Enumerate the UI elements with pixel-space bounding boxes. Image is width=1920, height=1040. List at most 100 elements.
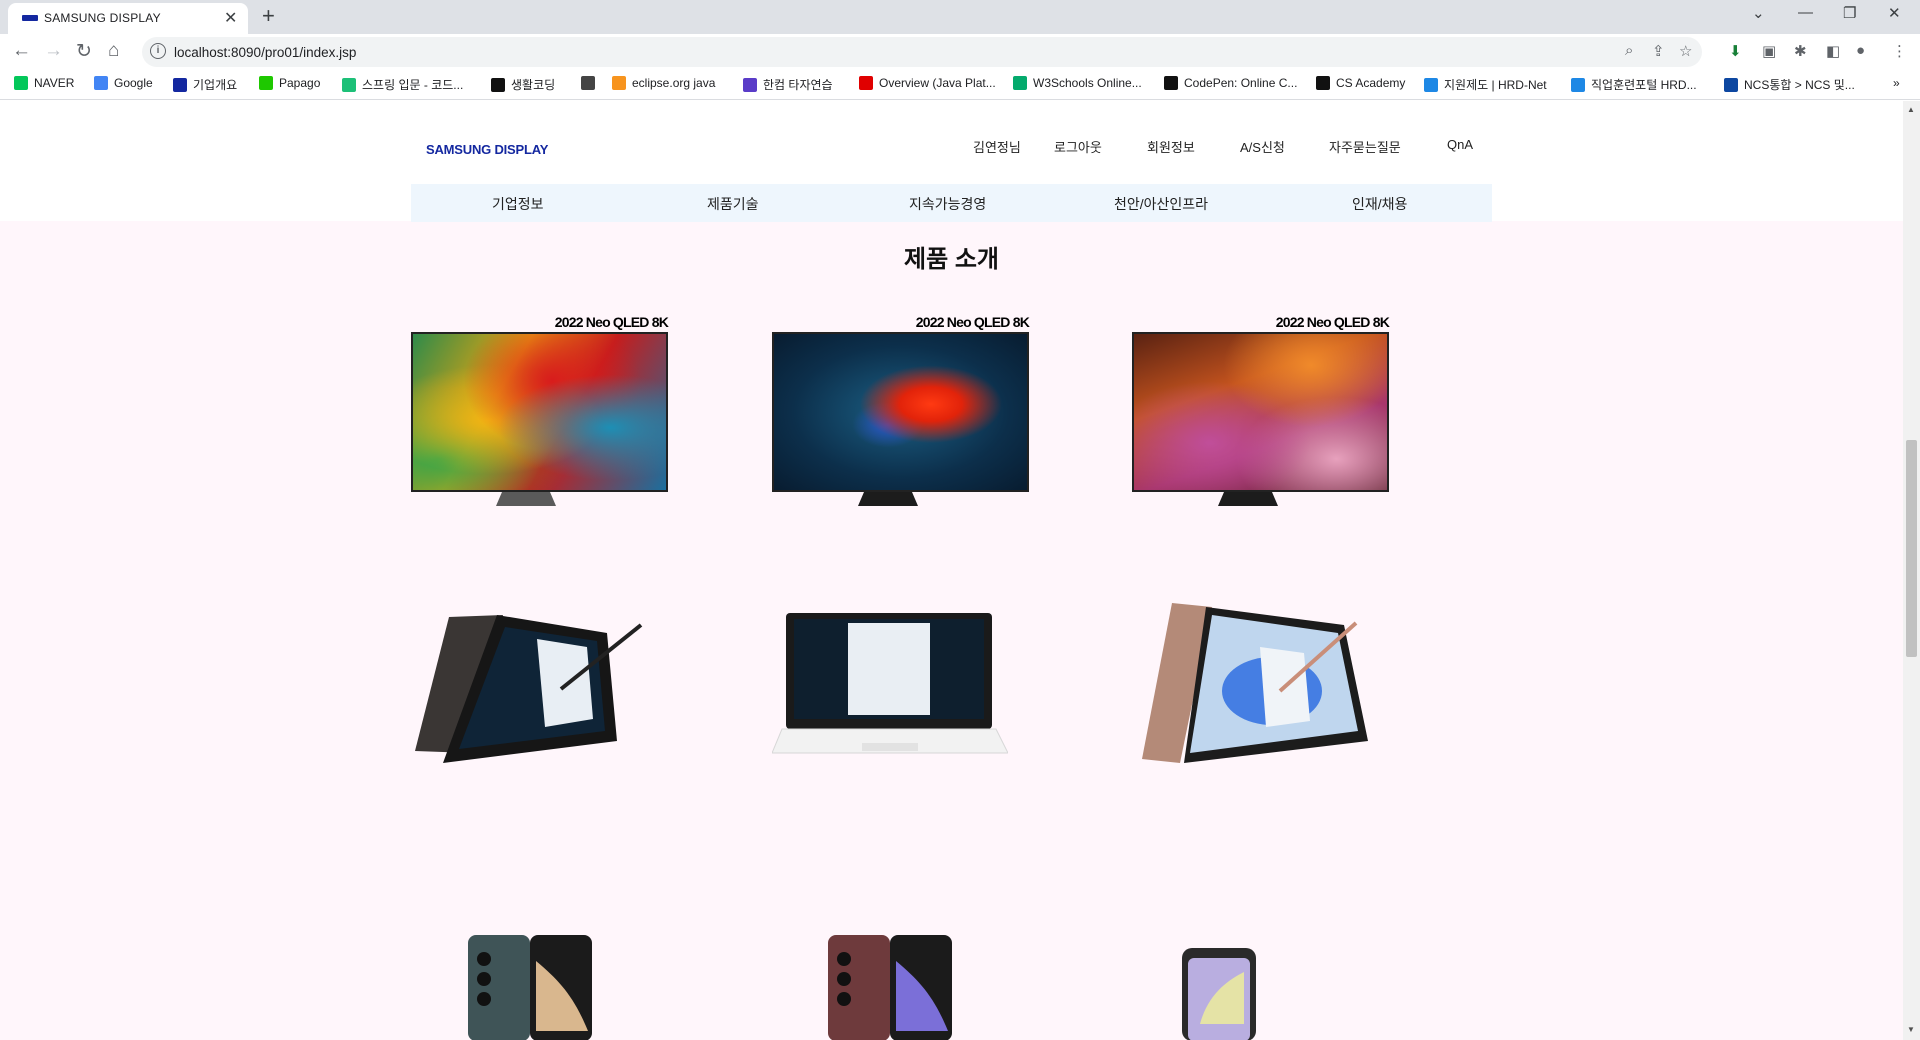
- as-request-link[interactable]: A/S신청: [1240, 137, 1285, 156]
- bookmark-label: NAVER: [34, 76, 75, 90]
- nav-sustainability[interactable]: 지속가능경영: [909, 194, 986, 214]
- product-label: 2022 Neo QLED 8K: [554, 314, 669, 330]
- samsung-favicon-icon: [22, 15, 38, 21]
- product-card-tv-1[interactable]: 2022 Neo QLED 8K: [411, 314, 669, 508]
- galaxy-book-flip-graphite-image: [415, 615, 643, 763]
- tab-strip: SAMSUNG DISPLAY ✕ + ⌄ — ❐ ✕: [0, 0, 1920, 34]
- galaxy-z-flip-purple-image: [1182, 948, 1256, 1040]
- scroll-up-icon[interactable]: ▲: [1907, 105, 1915, 114]
- bookmark-item[interactable]: CodePen: Online C...: [1164, 76, 1297, 94]
- globe-icon: [581, 76, 595, 90]
- profile-avatar-icon[interactable]: ●: [1856, 42, 1865, 59]
- bookmark-item[interactable]: Overview (Java Plat...: [859, 76, 996, 94]
- bookmark-item[interactable]: W3Schools Online...: [1013, 76, 1142, 94]
- bookmark-item[interactable]: 한컴 타자연습: [743, 76, 833, 94]
- nav-cheonan-asan[interactable]: 천안/아산인프라: [1114, 194, 1208, 214]
- bookmark-item[interactable]: 기업개요: [173, 76, 237, 94]
- bookmark-label: eclipse.org java: [632, 76, 716, 90]
- scroll-down-icon[interactable]: ▼: [1907, 1025, 1915, 1034]
- product-label: 2022 Neo QLED 8K: [1275, 314, 1390, 330]
- bookmark-item[interactable]: Papago: [259, 76, 320, 94]
- bookmark-label: 지원제도 | HRD-Net: [1444, 78, 1547, 92]
- tv-parrot-feathers-image: [411, 332, 668, 492]
- site-header: SAMSUNG DISPLAY 김연정님 로그아웃 회원정보 A/S신청 자주묻…: [0, 101, 1903, 222]
- page-scrollbar[interactable]: ▲ ▼: [1903, 101, 1920, 1040]
- bookmarks-overflow-icon[interactable]: »: [1893, 76, 1900, 94]
- browser-tab[interactable]: SAMSUNG DISPLAY ✕: [8, 3, 248, 34]
- bookmark-star-icon[interactable]: ☆: [1679, 42, 1692, 60]
- bookmark-label: 기업개요: [193, 78, 238, 92]
- scrollbar-thumb[interactable]: [1906, 440, 1917, 657]
- opentutorials-icon: [491, 78, 505, 92]
- address-bar[interactable]: i localhost:8090/pro01/index.jsp ⌕ ⇪ ☆: [142, 37, 1702, 67]
- bookmark-item[interactable]: 직업훈련포털 HRD...: [1571, 76, 1697, 94]
- share-icon[interactable]: ⇪: [1652, 42, 1665, 60]
- tv-stand: [858, 492, 918, 506]
- close-window-icon[interactable]: ✕: [1888, 4, 1901, 22]
- logout-link[interactable]: 로그아웃: [1054, 137, 1102, 156]
- product-card-laptop-1[interactable]: [411, 603, 647, 773]
- nav-recruit[interactable]: 인재/채용: [1352, 194, 1407, 214]
- bookmark-label: 스프링 입문 - 코드...: [362, 78, 464, 92]
- member-info-link[interactable]: 회원정보: [1147, 137, 1195, 156]
- product-card-tv-3[interactable]: 2022 Neo QLED 8K: [1132, 314, 1390, 508]
- bookmark-label: Google: [114, 76, 153, 90]
- inflearn-icon: [342, 78, 356, 92]
- nav-company-info[interactable]: 기업정보: [492, 194, 544, 214]
- bookmark-item[interactable]: 지원제도 | HRD-Net: [1424, 76, 1547, 94]
- home-icon[interactable]: ⌂: [108, 40, 119, 62]
- bookmark-label: 직업훈련포털 HRD...: [1591, 78, 1697, 92]
- restore-icon[interactable]: ❐: [1843, 4, 1856, 22]
- bookmark-label: Overview (Java Plat...: [879, 76, 996, 90]
- product-card-phone-3[interactable]: [1178, 944, 1264, 1040]
- naver-icon: [14, 76, 28, 90]
- extensions-puzzle-icon[interactable]: ✱: [1794, 42, 1807, 60]
- bookmark-item[interactable]: NAVER: [14, 76, 74, 94]
- tv-stand: [1218, 492, 1278, 506]
- forward-icon[interactable]: →: [44, 40, 63, 62]
- site-info-icon[interactable]: i: [150, 43, 166, 59]
- tab-title: SAMSUNG DISPLAY: [44, 11, 161, 25]
- new-tab-icon[interactable]: +: [262, 3, 275, 29]
- zoom-icon[interactable]: ⌕: [1625, 42, 1633, 59]
- url-text[interactable]: localhost:8090/pro01/index.jsp: [174, 45, 356, 60]
- product-card-laptop-3[interactable]: [1132, 603, 1368, 773]
- bookmark-label: NCS통합 > NCS 및...: [1744, 78, 1855, 92]
- product-card-tv-2[interactable]: 2022 Neo QLED 8K: [772, 314, 1030, 508]
- side-panel-icon[interactable]: ◧: [1826, 42, 1840, 60]
- product-card-laptop-2[interactable]: [771, 603, 1009, 773]
- back-icon[interactable]: ←: [12, 40, 31, 62]
- reload-icon[interactable]: ↻: [76, 40, 92, 63]
- menu-kebab-icon[interactable]: ⋮: [1892, 42, 1907, 60]
- csacademy-icon: [1316, 76, 1330, 90]
- browser-toolbar: ← → ↻ ⌂ i localhost:8090/pro01/index.jsp…: [0, 34, 1920, 70]
- download-icon[interactable]: ⬇: [1729, 42, 1742, 60]
- bookmark-label: W3Schools Online...: [1033, 76, 1142, 90]
- faq-link[interactable]: 자주묻는질문: [1329, 137, 1401, 156]
- product-card-phone-1[interactable]: [464, 931, 596, 1040]
- bookmark-item[interactable]: CS Academy: [1316, 76, 1405, 94]
- papago-icon: [259, 76, 273, 90]
- ncs-icon: [1724, 78, 1738, 92]
- tv-betta-fish-image: [772, 332, 1029, 492]
- extension-icon[interactable]: ▣: [1762, 42, 1776, 60]
- nav-product-tech[interactable]: 제품기술: [707, 194, 759, 214]
- product-card-phone-2[interactable]: [824, 931, 956, 1040]
- bookmark-item[interactable]: eclipse.org java: [612, 76, 715, 94]
- bookmark-item[interactable]: 생활코딩: [491, 76, 555, 94]
- tab-search-icon[interactable]: ⌄: [1752, 4, 1765, 22]
- bookmark-item[interactable]: [581, 76, 601, 94]
- qna-link[interactable]: QnA: [1447, 137, 1473, 152]
- bookmark-item[interactable]: Google: [94, 76, 153, 94]
- main-nav: 기업정보 제품기술 지속가능경영 천안/아산인프라 인재/채용: [411, 184, 1492, 222]
- minimize-icon[interactable]: —: [1798, 4, 1813, 21]
- w3schools-icon: [1013, 76, 1027, 90]
- bookmark-item[interactable]: NCS통합 > NCS 및...: [1724, 76, 1855, 94]
- galaxy-book-flip-bronze-image: [1142, 603, 1368, 763]
- close-tab-icon[interactable]: ✕: [224, 8, 237, 28]
- bookmark-item[interactable]: 스프링 입문 - 코드...: [342, 76, 463, 94]
- bookmark-label: CodePen: Online C...: [1184, 76, 1298, 90]
- tv-stand: [496, 492, 556, 506]
- site-logo[interactable]: SAMSUNG DISPLAY: [426, 142, 548, 157]
- eclipse-icon: [612, 76, 626, 90]
